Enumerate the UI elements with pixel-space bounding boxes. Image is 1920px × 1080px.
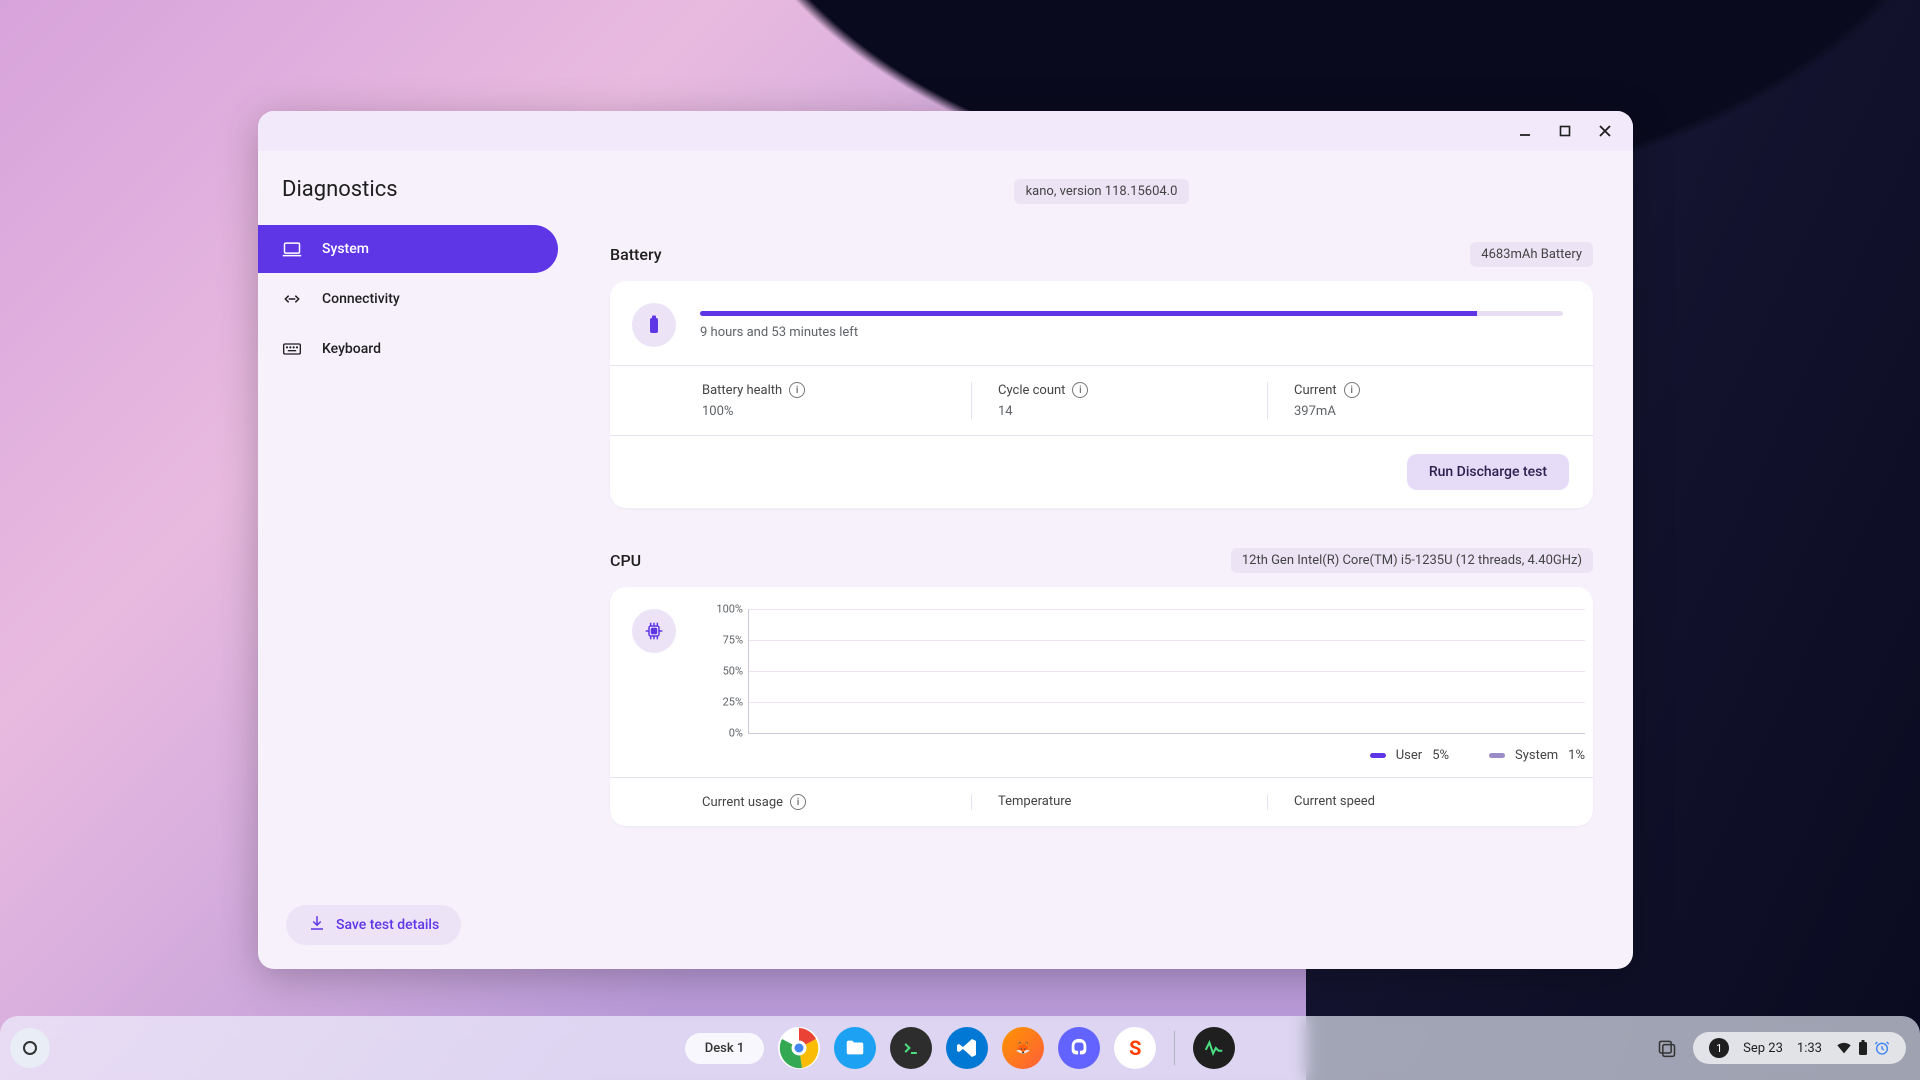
app-mastodon[interactable]	[1058, 1027, 1100, 1069]
wifi-icon	[1836, 1040, 1852, 1056]
nav-item-keyboard[interactable]: Keyboard	[258, 325, 558, 373]
section-title: Battery	[610, 245, 662, 264]
version-chip: kano, version 118.15604.0	[1014, 179, 1190, 204]
cpu-spec-chip: 12th Gen Intel(R) Core(TM) i5-1235U (12 …	[1231, 548, 1593, 573]
current-value: 397mA	[1294, 404, 1543, 419]
tray-date: Sep 23	[1743, 1041, 1783, 1056]
diagnostics-window: Diagnostics System Connectivity Keyboard	[258, 111, 1633, 969]
battery-icon	[1858, 1040, 1868, 1056]
app-diagnostics-pinned[interactable]	[1193, 1027, 1235, 1069]
nav-label: System	[322, 241, 369, 257]
y-tick: 50%	[695, 665, 743, 678]
app-firefox[interactable]: 🦊	[1002, 1027, 1044, 1069]
app-files[interactable]	[834, 1027, 876, 1069]
shelf: Desk 1 🦊 S 1 Sep 23 1:33	[0, 1016, 1920, 1080]
connectivity-icon	[282, 289, 302, 309]
desk-switcher[interactable]: Desk 1	[685, 1033, 765, 1064]
cycle-count-label: Cycle count i	[998, 382, 1247, 398]
shelf-apps: Desk 1 🦊 S	[685, 1027, 1236, 1069]
nav-item-connectivity[interactable]: Connectivity	[258, 275, 558, 323]
shelf-separator	[1174, 1031, 1175, 1065]
y-tick: 25%	[695, 696, 743, 709]
app-terminal[interactable]	[890, 1027, 932, 1069]
notification-badge[interactable]: 1	[1709, 1038, 1729, 1058]
close-button[interactable]	[1585, 111, 1625, 151]
battery-card: 9 hours and 53 minutes left Battery heal…	[610, 281, 1593, 508]
maximize-button[interactable]	[1545, 111, 1585, 151]
battery-section-header: Battery 4683mAh Battery	[610, 242, 1593, 267]
content-area: kano, version 118.15604.0 Battery 4683mA…	[570, 151, 1633, 969]
run-discharge-test-button[interactable]: Run Discharge test	[1407, 454, 1569, 490]
save-label: Save test details	[336, 917, 439, 933]
current-label: Current i	[1294, 382, 1543, 398]
alarm-icon	[1874, 1040, 1890, 1056]
battery-time-left: 9 hours and 53 minutes left	[700, 325, 1563, 340]
app-title: Diagnostics	[258, 167, 570, 224]
cycle-count-value: 14	[998, 404, 1247, 419]
info-icon[interactable]: i	[1344, 382, 1360, 398]
status-tray[interactable]: 1 Sep 23 1:33	[1693, 1032, 1906, 1064]
battery-health-value: 100%	[702, 404, 951, 419]
app-chrome[interactable]	[778, 1027, 820, 1069]
minimize-button[interactable]	[1505, 111, 1545, 151]
nav-label: Keyboard	[322, 341, 381, 357]
cpu-card: 100% 75% 50% 25% 0% User 5%	[610, 587, 1593, 826]
save-test-details-button[interactable]: Save test details	[286, 905, 461, 945]
titlebar	[258, 111, 1633, 151]
battery-capacity-chip: 4683mAh Battery	[1470, 242, 1593, 267]
cpu-section-header: CPU 12th Gen Intel(R) Core(TM) i5-1235U …	[610, 548, 1593, 573]
holding-space-button[interactable]	[1651, 1032, 1683, 1064]
info-icon[interactable]: i	[1072, 382, 1088, 398]
y-tick: 0%	[695, 727, 743, 740]
y-tick: 100%	[695, 603, 743, 616]
cpu-chart: 100% 75% 50% 25% 0%	[748, 609, 1585, 734]
download-icon	[308, 914, 326, 936]
sidebar: Diagnostics System Connectivity Keyboard	[258, 151, 570, 969]
battery-progress	[700, 311, 1563, 316]
section-title: CPU	[610, 551, 641, 570]
launcher-button[interactable]	[10, 1028, 50, 1068]
info-icon[interactable]: i	[789, 382, 805, 398]
battery-icon	[632, 303, 676, 347]
tray-status-icons	[1836, 1040, 1890, 1056]
app-vscode[interactable]	[946, 1027, 988, 1069]
tray-time: 1:33	[1797, 1041, 1822, 1056]
nav-item-system[interactable]: System	[258, 225, 558, 273]
app-svelte[interactable]: S	[1114, 1027, 1156, 1069]
nav-label: Connectivity	[322, 291, 400, 307]
y-tick: 75%	[695, 634, 743, 647]
chip-icon	[632, 609, 676, 653]
keyboard-icon	[282, 339, 302, 359]
laptop-icon	[282, 239, 302, 259]
battery-health-label: Battery health i	[702, 382, 951, 398]
